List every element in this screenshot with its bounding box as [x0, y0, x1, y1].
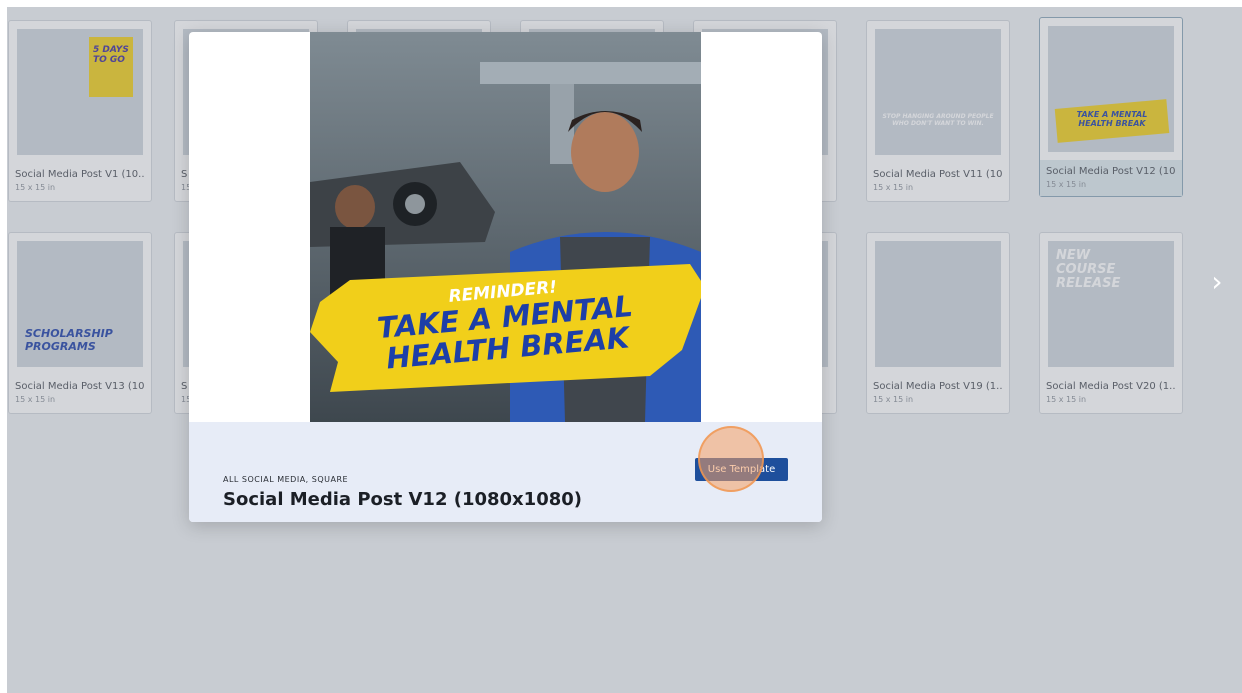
- template-title: Social Media Post V12 (1080x1080): [223, 489, 582, 510]
- next-arrow-button[interactable]: ›: [1202, 267, 1232, 297]
- template-preview-modal: REMINDER! TAKE A MENTAL HEALTH BREAK ALL…: [189, 32, 822, 522]
- template-category: ALL SOCIAL MEDIA, SQUARE: [223, 475, 349, 484]
- template-preview-image: REMINDER! TAKE A MENTAL HEALTH BREAK: [310, 32, 701, 422]
- use-template-button[interactable]: Use Template: [695, 458, 788, 481]
